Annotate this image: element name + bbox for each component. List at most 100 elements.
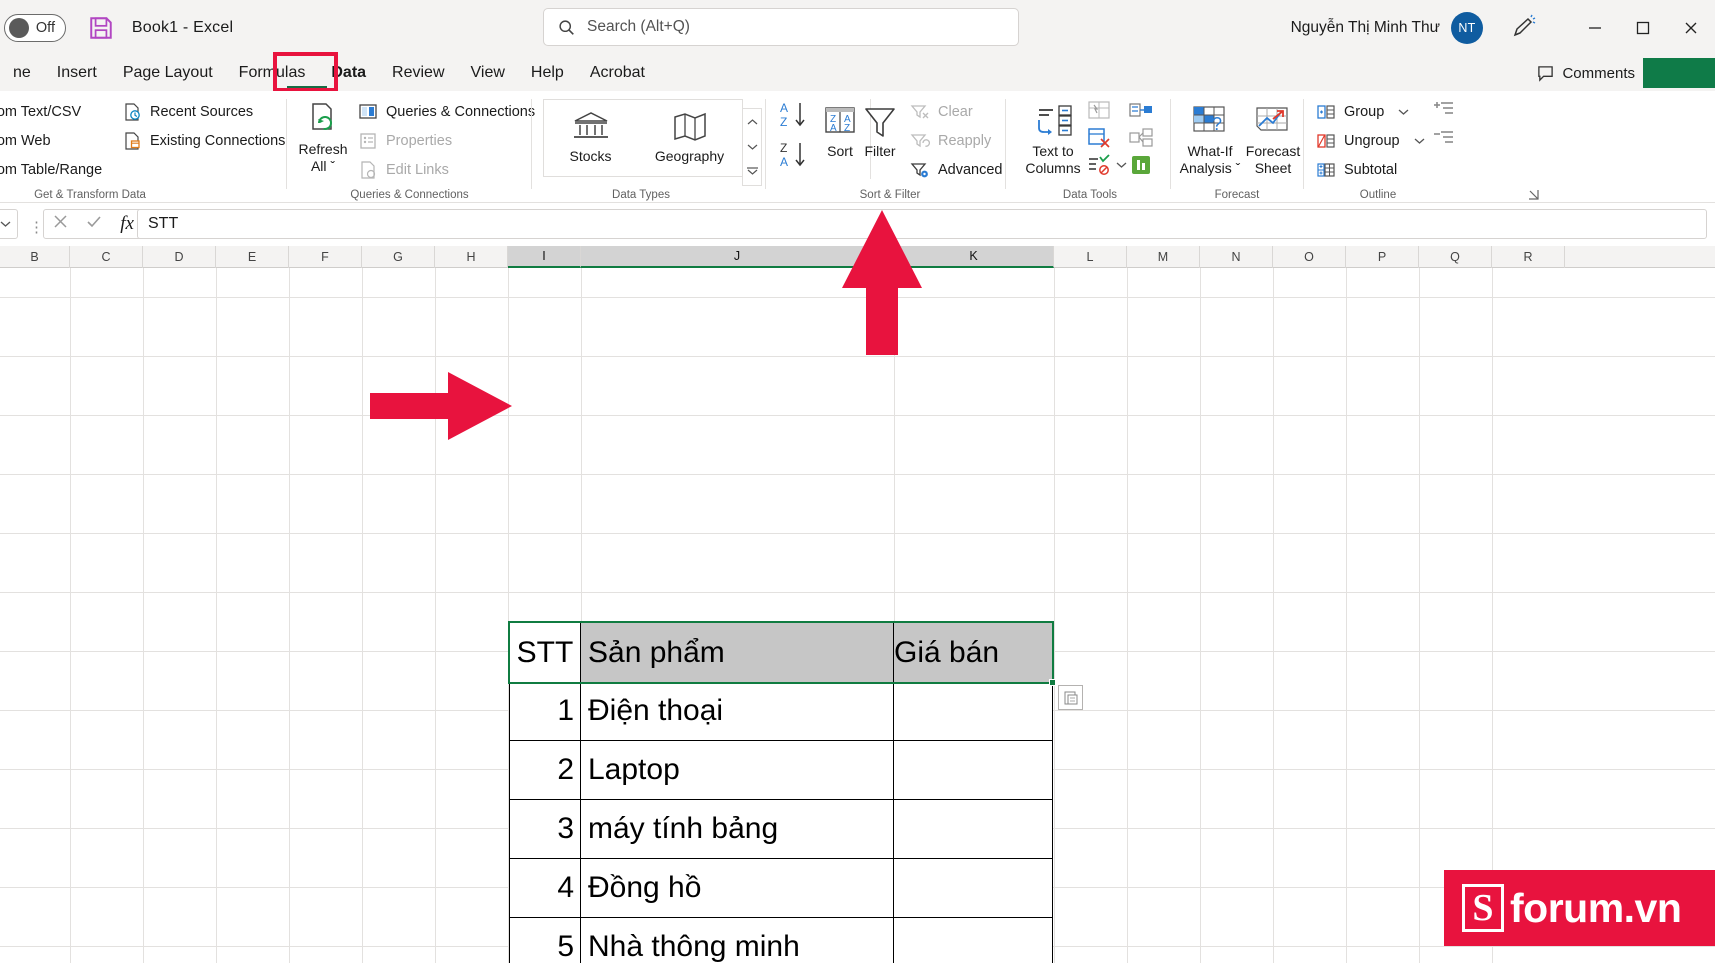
outline-dialog-launcher[interactable] xyxy=(1527,188,1540,201)
cell-product[interactable]: Nhà thông minh xyxy=(581,918,894,963)
column-header-J[interactable]: J xyxy=(581,246,894,268)
cell-stt[interactable]: 2 xyxy=(509,741,581,800)
autosave-toggle[interactable]: Off xyxy=(3,13,66,42)
recent-sources-button[interactable]: Recent Sources xyxy=(122,97,253,126)
close-button[interactable] xyxy=(1667,0,1715,55)
cell-price[interactable] xyxy=(894,918,1053,963)
autosave-control[interactable]: e Off xyxy=(0,13,66,42)
header-cell-price[interactable]: Giá bán xyxy=(894,623,1053,682)
cell-stt[interactable]: 3 xyxy=(509,800,581,859)
tab-insert[interactable]: Insert xyxy=(44,55,110,91)
from-web-button[interactable]: rom Web xyxy=(0,126,51,155)
remove-duplicates-button[interactable] xyxy=(1086,126,1112,155)
stocks-button[interactable]: Stocks xyxy=(547,106,635,165)
text-to-columns-button[interactable]: Text to Columns xyxy=(1018,101,1088,177)
relationships-button[interactable] xyxy=(1128,126,1154,155)
sort-za-button[interactable]: Z A xyxy=(778,139,812,176)
cell-product[interactable]: Điện thoại xyxy=(581,682,894,741)
data-validation-chevron-icon[interactable] xyxy=(1116,156,1127,174)
queries-connections-button[interactable]: Queries & Connections xyxy=(358,97,535,126)
formula-input[interactable] xyxy=(148,215,1706,233)
scroll-down-icon[interactable] xyxy=(747,138,758,156)
formula-input-wrap[interactable] xyxy=(137,209,1707,239)
column-header-B[interactable]: B xyxy=(0,246,70,268)
tab-review[interactable]: Review xyxy=(379,55,457,91)
tab-home[interactable]: ne xyxy=(0,55,44,91)
column-header-G[interactable]: G xyxy=(362,246,435,268)
show-detail-button[interactable] xyxy=(1433,99,1455,124)
cell-product[interactable]: Đồng hồ xyxy=(581,859,894,918)
cell-product[interactable]: máy tính bảng xyxy=(581,800,894,859)
table-row[interactable]: 2 Laptop xyxy=(509,741,1053,800)
tab-data[interactable]: Data xyxy=(318,55,379,91)
column-header-O[interactable]: O xyxy=(1273,246,1346,268)
consolidate-button[interactable] xyxy=(1128,99,1154,128)
insert-function-icon[interactable]: fx xyxy=(120,213,134,235)
data-validation-button[interactable] xyxy=(1086,153,1127,177)
from-table-range-button[interactable]: rom Table/Range xyxy=(0,155,102,184)
table-header-row[interactable]: STT Sản phẩm Giá bán xyxy=(509,623,1053,682)
save-icon[interactable] xyxy=(88,15,114,41)
tab-help[interactable]: Help xyxy=(518,55,577,91)
subtotal-button[interactable]: Subtotal xyxy=(1316,155,1397,184)
ungroup-chevron-down-icon[interactable] xyxy=(1414,133,1425,149)
search-box[interactable] xyxy=(543,8,1019,46)
cancel-icon[interactable] xyxy=(53,214,68,234)
column-header-F[interactable]: F xyxy=(289,246,362,268)
pen-icon[interactable] xyxy=(1509,14,1537,42)
cell-price[interactable] xyxy=(894,859,1053,918)
column-header-M[interactable]: M xyxy=(1127,246,1200,268)
data-types-scroll[interactable] xyxy=(742,108,762,186)
cell-stt[interactable]: 4 xyxy=(509,859,581,918)
filter-button[interactable]: Filter xyxy=(850,101,910,160)
advanced-filter-button[interactable]: Advanced xyxy=(910,155,1003,184)
enter-icon[interactable] xyxy=(86,214,102,234)
hide-detail-button[interactable] xyxy=(1433,128,1455,153)
maximize-button[interactable] xyxy=(1619,0,1667,55)
group-button[interactable]: Group xyxy=(1316,97,1409,126)
group-chevron-down-icon[interactable] xyxy=(1398,104,1409,120)
cell-stt[interactable]: 1 xyxy=(509,682,581,741)
tab-page-layout[interactable]: Page Layout xyxy=(110,55,226,91)
what-if-analysis-button[interactable]: ? What-If Analysis ˇ xyxy=(1176,101,1244,177)
tab-view[interactable]: View xyxy=(458,55,518,91)
cell-product[interactable]: Laptop xyxy=(581,741,894,800)
flash-fill-button[interactable] xyxy=(1086,99,1112,128)
table-row[interactable]: 4 Đồng hồ xyxy=(509,859,1053,918)
manage-data-model-button[interactable] xyxy=(1128,153,1154,182)
column-header-H[interactable]: H xyxy=(435,246,508,268)
name-box[interactable] xyxy=(0,209,18,239)
from-text-csv-button[interactable]: rom Text/CSV xyxy=(0,97,81,126)
account-area[interactable]: Nguyễn Thị Minh Thư NT xyxy=(1291,0,1483,55)
column-header-Q[interactable]: Q xyxy=(1419,246,1492,268)
data-types-gallery[interactable]: Stocks Geography xyxy=(543,99,762,186)
avatar[interactable]: NT xyxy=(1451,11,1483,44)
sort-az-button[interactable]: A Z xyxy=(778,99,812,136)
header-cell-product[interactable]: Sản phẩm xyxy=(581,623,894,682)
table-row[interactable]: 1 Điện thoại xyxy=(509,682,1053,741)
comments-button[interactable]: Comments xyxy=(1537,58,1635,88)
name-box-chevron-down-icon[interactable] xyxy=(0,215,11,233)
forecast-sheet-button[interactable]: Forecast Sheet xyxy=(1242,101,1304,177)
column-header-E[interactable]: E xyxy=(216,246,289,268)
tab-acrobat[interactable]: Acrobat xyxy=(577,55,658,91)
column-header-D[interactable]: D xyxy=(143,246,216,268)
column-header-R[interactable]: R xyxy=(1492,246,1565,268)
geography-button[interactable]: Geography xyxy=(640,106,740,165)
cell-price[interactable] xyxy=(894,800,1053,859)
share-button[interactable] xyxy=(1643,58,1715,88)
column-header-I[interactable]: I xyxy=(508,246,581,268)
column-header-L[interactable]: L xyxy=(1054,246,1127,268)
refresh-all-button[interactable]: Refresh All ˇ xyxy=(292,99,354,175)
cell-price[interactable] xyxy=(894,682,1053,741)
paste-options-button[interactable] xyxy=(1058,685,1083,710)
existing-connections-button[interactable]: Existing Connections xyxy=(122,126,285,155)
minimize-button[interactable] xyxy=(1571,0,1619,55)
cell-stt[interactable]: 5 xyxy=(509,918,581,963)
cell-price[interactable] xyxy=(894,741,1053,800)
scroll-up-icon[interactable] xyxy=(747,113,758,131)
column-header-C[interactable]: C xyxy=(70,246,143,268)
column-header-N[interactable]: N xyxy=(1200,246,1273,268)
search-input[interactable] xyxy=(587,18,987,36)
ungroup-button[interactable]: Ungroup xyxy=(1316,126,1425,155)
